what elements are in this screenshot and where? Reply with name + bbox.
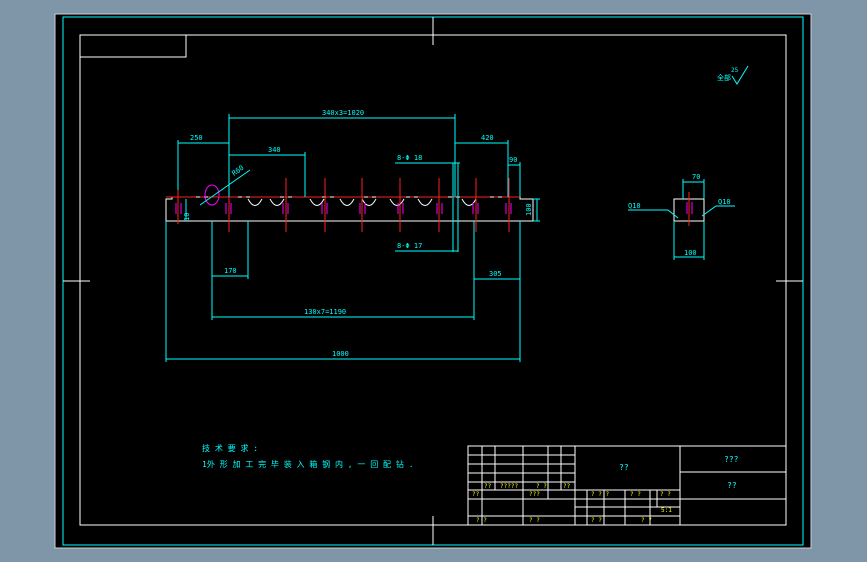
roughness-value: 25 [731,67,739,74]
dim-height-left: 10 [183,213,191,221]
tb-row1-c: ????? [500,483,518,490]
drawing-canvas[interactable] [54,13,812,549]
dim-height-right: 100 [525,203,533,216]
tb-scale: 5:1 [661,507,672,514]
dim-hole-callout-top: 8-Φ 18 [397,154,422,162]
dim-left-offset: 250 [190,134,203,142]
section-top-width: 70 [692,173,700,181]
tb-row4-c: ? ? [591,517,602,524]
dim-pitch-span-top: 340x3=1020 [322,109,364,117]
dim-first-pitch: 340 [268,146,281,154]
tb-row2-c: ? ? ? [591,491,609,498]
tb-part-name: ?? [619,463,629,472]
notes-heading: 技 术 要 求 : [202,443,258,453]
tb-row4-a: ? ? [476,517,487,524]
tb-row1-d: ? ? [536,483,547,490]
tb-row2-b: ??? [529,491,540,498]
roughness-text: 全部 [717,73,731,82]
dim-lower-offset: 170 [224,267,237,275]
tb-row1-a: ?? [472,491,480,498]
tb-drawing-no: ?? [727,481,737,490]
dim-lower-pitch-span: 130x7=1190 [304,308,346,316]
dim-right-span: 420 [481,134,494,142]
dim-right-lower: 305 [489,270,502,278]
tb-row4-b: ? ? [529,517,540,524]
section-right-callout: Q10 [718,198,731,206]
tb-row2-d: ? ? [630,491,641,498]
tb-row2-e: ? ? [660,491,671,498]
section-bottom-width: 100 [684,249,697,257]
tb-row1-e: ?? [563,483,571,490]
tb-row1-b: ?? [484,483,492,490]
dim-hole-callout-bottom: 8-Φ 17 [397,242,422,250]
dim-right-end: 90 [509,156,517,164]
notes-line-1: 1外 形 加 工 完 毕 装 入 箱 钢 内 , 一 回 配 钻 . [202,459,414,469]
dim-total-length: 1000 [332,350,349,358]
tb-company: ??? [724,455,739,464]
cad-viewport[interactable]: 340x3=1020 250 340 420 90 8-Φ 18 8-Φ 17 … [0,0,867,562]
tb-row4-d: ? ? [641,517,652,524]
section-left-callout: Q10 [628,202,641,210]
